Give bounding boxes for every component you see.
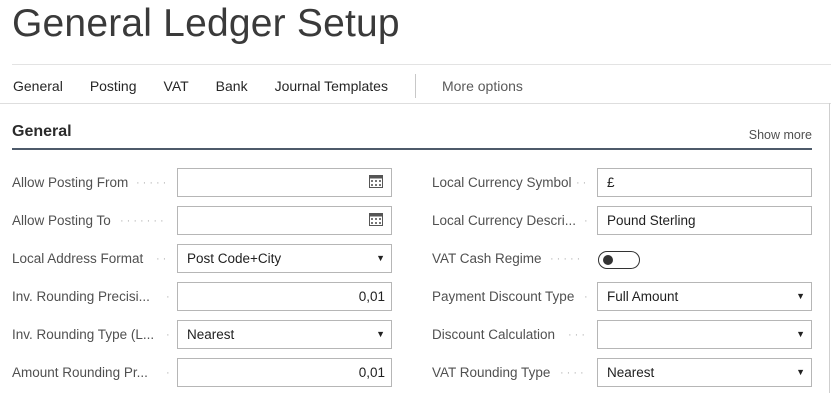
calendar-icon[interactable]: [369, 174, 383, 188]
label-leader: ···: [568, 329, 588, 341]
action-vat[interactable]: VAT: [164, 78, 189, 94]
local-currency-symbol-input[interactable]: £: [597, 168, 812, 197]
payment-discount-type-select[interactable]: Full Amount ▼: [597, 282, 812, 311]
content-scroll-edge: [829, 103, 830, 393]
field-label: Local Address Format: [12, 251, 144, 266]
inv-rounding-precision-input[interactable]: 0,01: [177, 282, 392, 311]
local-address-format-select[interactable]: Post Code+City ▼: [177, 244, 392, 273]
selected-value: Nearest: [187, 327, 235, 342]
label-leader: ·: [584, 215, 591, 227]
section-title: General: [12, 123, 72, 140]
label-leader: ··: [576, 177, 590, 189]
field-amount-rounding-precision: Amount Rounding Pr... · 0,01: [12, 358, 392, 388]
field-label: Discount Calculation: [432, 327, 556, 342]
field-inv-rounding-precision: Inv. Rounding Precisi... · 0,01: [12, 282, 392, 312]
selected-value: Post Code+City: [187, 251, 282, 266]
field-vat-cash-regime: VAT Cash Regime ·····: [432, 244, 812, 274]
action-bar-divider: [0, 103, 831, 104]
vat-rounding-type-select[interactable]: Nearest ▼: [597, 358, 812, 387]
dropdown-arrow-icon[interactable]: ▼: [796, 283, 805, 310]
allow-posting-from-input[interactable]: [177, 168, 392, 197]
field-label: Local Currency Symbol: [432, 175, 572, 190]
selected-value: Full Amount: [607, 289, 679, 304]
local-currency-description-input[interactable]: Pound Sterling: [597, 206, 812, 235]
title-divider: [12, 64, 831, 65]
label-leader: ·······: [120, 215, 167, 227]
label-leader: ·····: [550, 253, 584, 265]
field-payment-discount-type: Payment Discount Type · Full Amount ▼: [432, 282, 812, 312]
calendar-icon[interactable]: [369, 212, 383, 226]
action-general[interactable]: General: [13, 78, 63, 94]
label-leader: ··: [156, 253, 170, 265]
allow-posting-to-input[interactable]: [177, 206, 392, 235]
selected-value: Nearest: [607, 365, 655, 380]
action-bar: General Posting VAT Bank Journal Templat…: [13, 74, 523, 98]
field-label: Inv. Rounding Type (L...: [12, 327, 155, 342]
field-label: Inv. Rounding Precisi...: [12, 289, 150, 304]
page-title: General Ledger Setup: [12, 2, 400, 45]
field-local-currency-symbol: Local Currency Symbol ·· £: [432, 168, 812, 198]
more-options-button[interactable]: More options: [442, 78, 523, 94]
field-label: Allow Posting From: [12, 175, 129, 190]
field-label: Amount Rounding Pr...: [12, 365, 148, 380]
section-divider: [12, 148, 812, 150]
action-bank[interactable]: Bank: [216, 78, 248, 94]
field-local-currency-description: Local Currency Descri... · Pound Sterlin…: [432, 206, 812, 236]
action-journal-templates[interactable]: Journal Templates: [275, 78, 388, 94]
show-more-link[interactable]: Show more: [749, 128, 812, 142]
field-label: VAT Cash Regime: [432, 251, 542, 266]
field-label: Payment Discount Type: [432, 289, 575, 304]
action-separator: [414, 74, 416, 98]
field-label: Allow Posting To: [12, 213, 111, 228]
dropdown-arrow-icon[interactable]: ▼: [376, 321, 385, 348]
field-allow-posting-from: Allow Posting From ·····: [12, 168, 392, 198]
field-discount-calculation: Discount Calculation ··· ▼: [432, 320, 812, 350]
discount-calculation-select[interactable]: ▼: [597, 320, 812, 349]
label-leader: ·····: [136, 177, 170, 189]
action-posting[interactable]: Posting: [90, 78, 137, 94]
field-label: VAT Rounding Type: [432, 365, 551, 380]
field-label: Local Currency Descri...: [432, 213, 577, 228]
label-leader: ····: [560, 367, 587, 379]
vat-cash-regime-toggle[interactable]: [598, 251, 640, 269]
field-allow-posting-to: Allow Posting To ·······: [12, 206, 392, 236]
dropdown-arrow-icon[interactable]: ▼: [376, 245, 385, 272]
toggle-knob: [603, 255, 613, 265]
dropdown-arrow-icon[interactable]: ▼: [796, 321, 805, 348]
inv-rounding-type-select[interactable]: Nearest ▼: [177, 320, 392, 349]
field-local-address-format: Local Address Format ·· Post Code+City ▼: [12, 244, 392, 274]
amount-rounding-precision-input[interactable]: 0,01: [177, 358, 392, 387]
field-vat-rounding-type: VAT Rounding Type ···· Nearest ▼: [432, 358, 812, 388]
dropdown-arrow-icon[interactable]: ▼: [796, 359, 805, 386]
field-inv-rounding-type: Inv. Rounding Type (L... · Nearest ▼: [12, 320, 392, 350]
label-leader: ·: [584, 291, 591, 303]
